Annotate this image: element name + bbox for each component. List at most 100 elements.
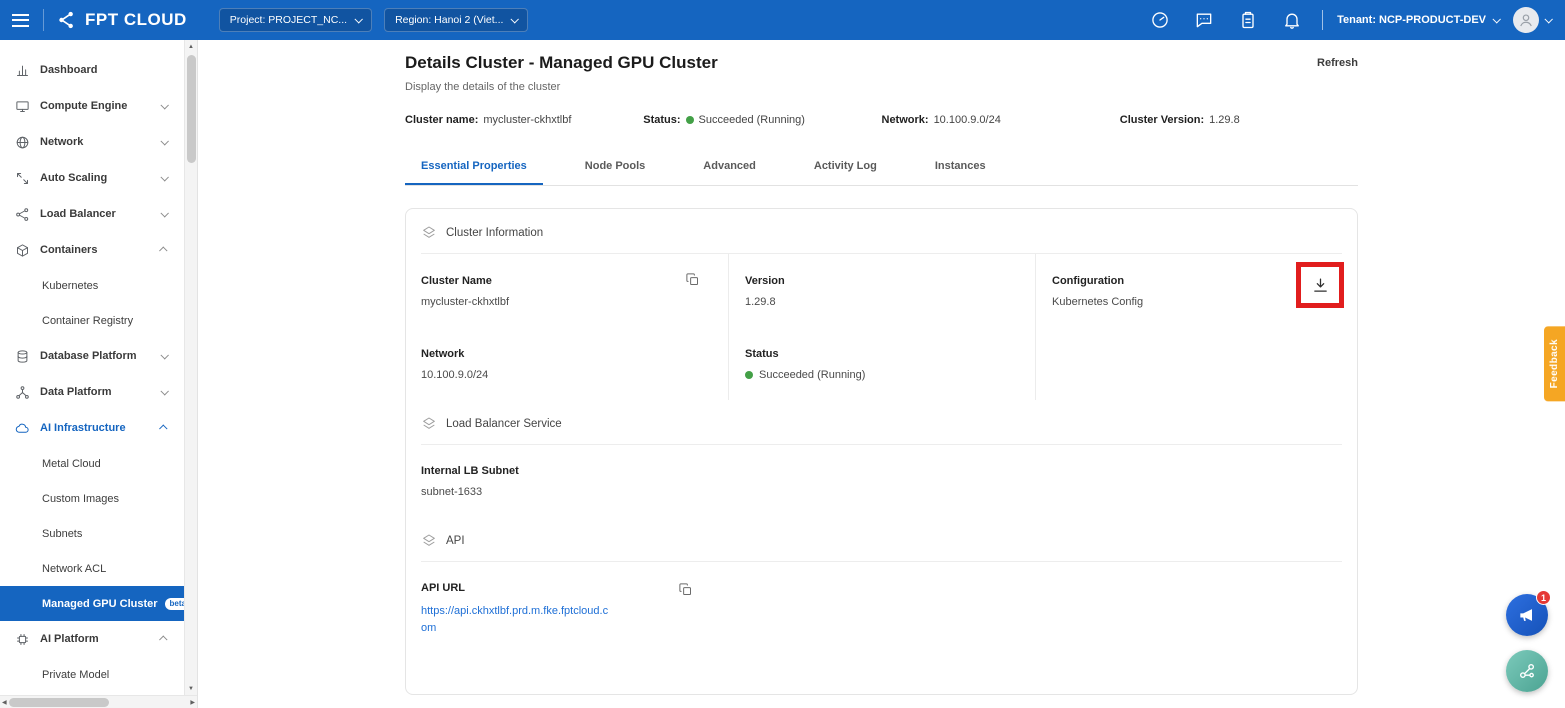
field-label: API URL [421,582,721,594]
tab-activity-log[interactable]: Activity Log [798,150,893,185]
auto-scaling-icon [15,171,30,186]
summary-status: Status: Succeeded (Running) [643,114,881,126]
announcements-button[interactable]: 1 [1506,594,1548,636]
sidebar-item-label: Metal Cloud [42,458,101,470]
sidebar-item-network-acl[interactable]: Network ACL [0,551,185,586]
sidebar-item-containers[interactable]: Containers [0,232,185,268]
copy-cluster-name-button[interactable] [685,272,700,287]
sidebar-item-label: Containers [40,244,97,256]
sidebar-item-managed-gpu-cluster[interactable]: Managed GPU Cluster beta [0,586,185,621]
summary-label: Network: [882,114,929,126]
scroll-left-icon[interactable]: ◀ [2,699,7,706]
project-label: Project: PROJECT_NC... [230,14,347,26]
summary-cluster-version: Cluster Version: 1.29.8 [1120,114,1358,126]
section-cluster-information: Cluster Information Cluster Name myclust… [421,209,1342,400]
scrollbar-thumb[interactable] [9,698,109,707]
sidebar-item-label: AI Infrastructure [40,422,126,434]
sidebar-item-custom-images[interactable]: Custom Images [0,481,185,516]
scrollbar-thumb[interactable] [187,55,196,163]
main-content: Details Cluster - Managed GPU Cluster Re… [198,40,1565,708]
field-label: Version [745,275,1023,287]
field-version: Version 1.29.8 [728,254,1035,327]
sidebar-item-private-model[interactable]: Private Model [0,657,185,692]
field-value: 1.29.8 [745,296,1023,308]
section-api: API API URL https://api.ckhxtlbf.prd.m.f… [421,517,1342,656]
field-value: 10.100.9.0/24 [421,369,716,381]
tab-advanced[interactable]: Advanced [687,150,772,185]
sidebar-item-label: Load Balancer [40,208,116,220]
sidebar-item-label: Network [40,136,83,148]
topbar-divider [43,9,44,31]
hamburger-menu-icon[interactable] [12,14,29,27]
sidebar-horizontal-scrollbar[interactable]: ◀ ▶ [0,695,197,708]
field-cluster-name: Cluster Name mycluster-ckhxtlbf [421,254,728,327]
field-internal-lb-subnet: Internal LB Subnet subnet-1633 [421,445,721,517]
scroll-up-icon[interactable]: ▲ [185,40,197,53]
sidebar-nav: Dashboard Compute Engine Network Auto Sc… [0,40,185,695]
project-selector[interactable]: Project: PROJECT_NC... [219,8,372,32]
topbar-divider [1322,10,1323,30]
dashboard-icon [15,63,30,78]
fpt-cloud-logo[interactable]: FPT CLOUD [56,9,187,31]
sidebar-item-data-platform[interactable]: Data Platform [0,374,185,410]
field-label: Internal LB Subnet [421,465,721,477]
layers-icon [421,533,437,549]
sidebar-item-dashboard[interactable]: Dashboard [0,52,185,88]
load-balancer-icon [15,207,30,222]
user-avatar[interactable] [1513,7,1539,33]
sidebar-item-compute-engine[interactable]: Compute Engine [0,88,185,124]
ai-assistant-button[interactable] [1506,650,1548,692]
sidebar-item-subnets[interactable]: Subnets [0,516,185,551]
copy-api-url-button[interactable] [678,582,693,597]
tenant-selector[interactable]: Tenant: NCP-PRODUCT-DEV [1337,14,1499,26]
region-selector[interactable]: Region: Hanoi 2 (Viet... [384,8,528,32]
sidebar-item-label: Data Platform [40,386,112,398]
section-title: API [446,535,465,547]
sidebar-item-ai-platform[interactable]: AI Platform [0,621,185,657]
sidebar-item-load-balancer[interactable]: Load Balancer [0,196,185,232]
field-label: Network [421,348,716,360]
containers-icon [15,243,30,258]
scroll-down-icon[interactable]: ▼ [185,682,197,695]
chat-icon[interactable] [1194,10,1214,30]
tab-node-pools[interactable]: Node Pools [569,150,662,185]
chevron-down-icon [1492,15,1500,23]
field-label: Cluster Name [421,275,716,287]
scroll-right-icon[interactable]: ▶ [190,699,195,706]
sidebar-item-network[interactable]: Network [0,124,185,160]
database-platform-icon [15,349,30,364]
summary-network: Network: 10.100.9.0/24 [882,114,1120,126]
api-url-link[interactable]: https://api.ckhxtlbf.prd.m.fke.fptcloud.… [421,603,611,637]
field-configuration: Configuration Kubernetes Config [1035,254,1342,327]
sidebar-item-metal-cloud[interactable]: Metal Cloud [0,446,185,481]
download-kubeconfig-button[interactable] [1296,262,1344,308]
sidebar-vertical-scrollbar[interactable]: ▲ ▼ [184,40,197,695]
bell-icon[interactable] [1282,10,1302,30]
chevron-down-icon [160,137,168,145]
tab-essential-properties[interactable]: Essential Properties [405,150,543,185]
chevron-down-icon[interactable] [1544,15,1552,23]
field-value: Succeeded (Running) [759,369,865,381]
feedback-tab[interactable]: Feedback [1544,326,1565,401]
field-label: Status [745,348,1023,360]
copy-icon [685,272,700,287]
chevron-down-icon [160,209,168,217]
tab-instances[interactable]: Instances [919,150,1002,185]
section-title: Load Balancer Service [446,418,562,430]
clipboard-icon[interactable] [1238,10,1258,30]
summary-label: Status: [643,114,680,126]
summary-cluster-name: Cluster name: mycluster-ckhxtlbf [405,114,643,126]
sidebar-item-auto-scaling[interactable]: Auto Scaling [0,160,185,196]
chevron-up-icon [159,424,167,432]
user-avatar-icon [1517,11,1535,29]
gauge-icon[interactable] [1150,10,1170,30]
refresh-button[interactable]: Refresh [1317,57,1358,69]
sidebar-item-container-registry[interactable]: Container Registry [0,303,185,338]
sidebar-item-ai-infrastructure[interactable]: AI Infrastructure [0,410,185,446]
summary-value: 1.29.8 [1209,114,1240,126]
essential-properties-card: Cluster Information Cluster Name myclust… [405,208,1358,695]
sidebar-item-database-platform[interactable]: Database Platform [0,338,185,374]
sidebar-item-label: Private Model [42,669,109,681]
sidebar-item-kubernetes[interactable]: Kubernetes [0,268,185,303]
copy-icon [678,582,693,597]
